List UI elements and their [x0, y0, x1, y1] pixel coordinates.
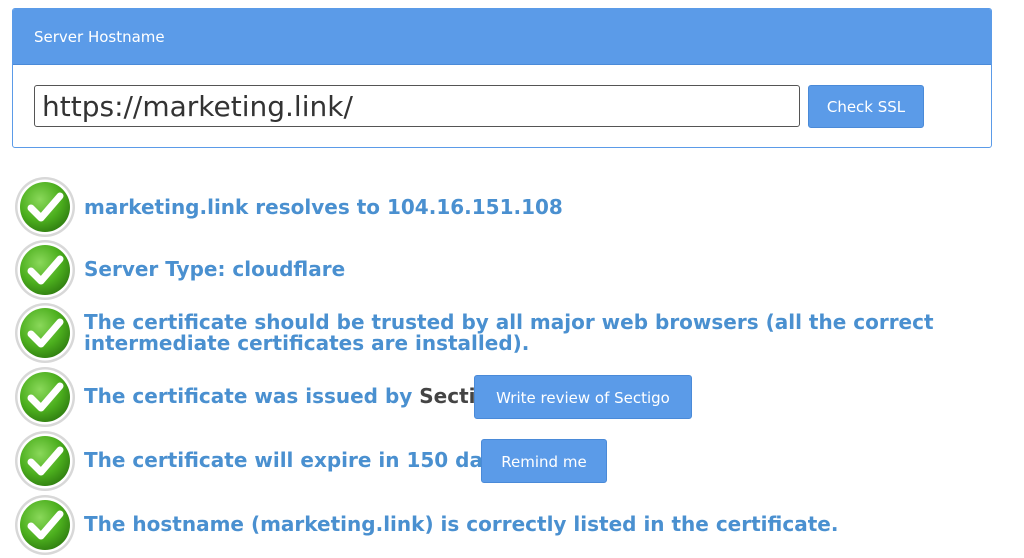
server-hostname-panel: Server Hostname Check SSL	[12, 8, 992, 148]
green-checkmark-icon	[14, 430, 76, 492]
result-trusted: The certificate should be trusted by all…	[14, 302, 1004, 364]
write-review-button[interactable]: Write review of Sectigo	[474, 375, 692, 419]
green-checkmark-icon	[14, 239, 76, 301]
hostname-input[interactable]	[34, 85, 800, 127]
result-hostname: The hostname (marketing.link) is correct…	[14, 494, 1004, 556]
result-resolves: marketing.link resolves to 104.16.151.10…	[14, 176, 1004, 238]
green-checkmark-icon	[14, 494, 76, 556]
expire-text: The certificate will expire in 150 days.	[84, 448, 515, 472]
hostname-text: The hostname (marketing.link) is correct…	[84, 512, 839, 536]
server-type-text: Server Type: cloudflare	[84, 257, 346, 281]
trusted-text: The certificate should be trusted by all…	[84, 310, 934, 355]
green-checkmark-icon	[14, 176, 76, 238]
check-ssl-button[interactable]: Check SSL	[808, 85, 924, 128]
issued-prefix: The certificate was issued by	[84, 384, 420, 408]
remind-me-button[interactable]: Remind me	[481, 439, 607, 483]
green-checkmark-icon	[14, 302, 76, 364]
result-expire: The certificate will expire in 150 days.…	[14, 430, 1004, 492]
green-checkmark-icon	[14, 366, 76, 428]
result-server-type: Server Type: cloudflare	[14, 239, 1004, 301]
result-issued-by: The certificate was issued by Sectigo. W…	[14, 366, 1004, 428]
issued-by-text: The certificate was issued by Sectigo.	[84, 386, 511, 407]
panel-heading: Server Hostname	[13, 9, 991, 65]
resolves-text: marketing.link resolves to 104.16.151.10…	[84, 195, 563, 219]
